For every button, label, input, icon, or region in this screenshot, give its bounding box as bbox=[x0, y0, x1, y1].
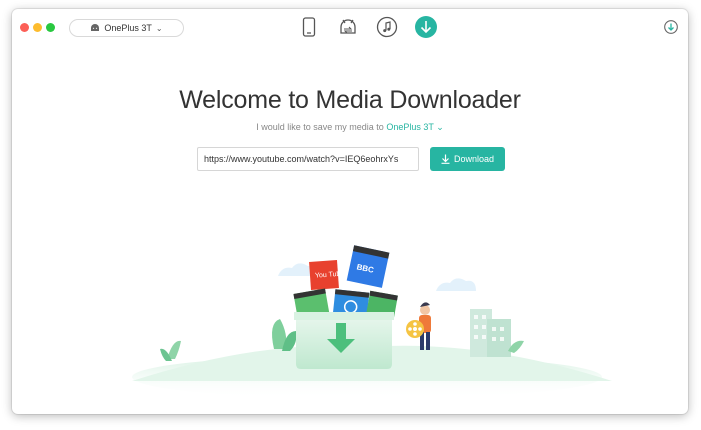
buildings bbox=[470, 309, 511, 357]
person-illustration bbox=[406, 302, 431, 350]
download-box-illustration bbox=[294, 312, 394, 369]
youtube-badge: You Tube bbox=[315, 271, 345, 280]
cloud-right bbox=[436, 278, 476, 291]
media-cards: You Tube BBC bbox=[293, 245, 398, 321]
app-window: OnePlus 3T ⌄ Welcome to Media Downloader bbox=[12, 9, 688, 414]
download-illustration: You Tube BBC bbox=[132, 245, 612, 399]
